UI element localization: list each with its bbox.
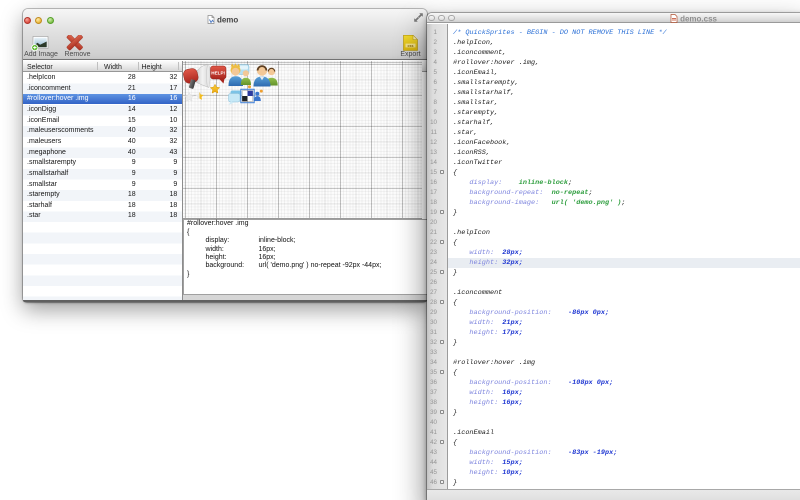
svg-text:css: css (408, 43, 414, 47)
svg-text:HELP!: HELP! (211, 70, 225, 75)
